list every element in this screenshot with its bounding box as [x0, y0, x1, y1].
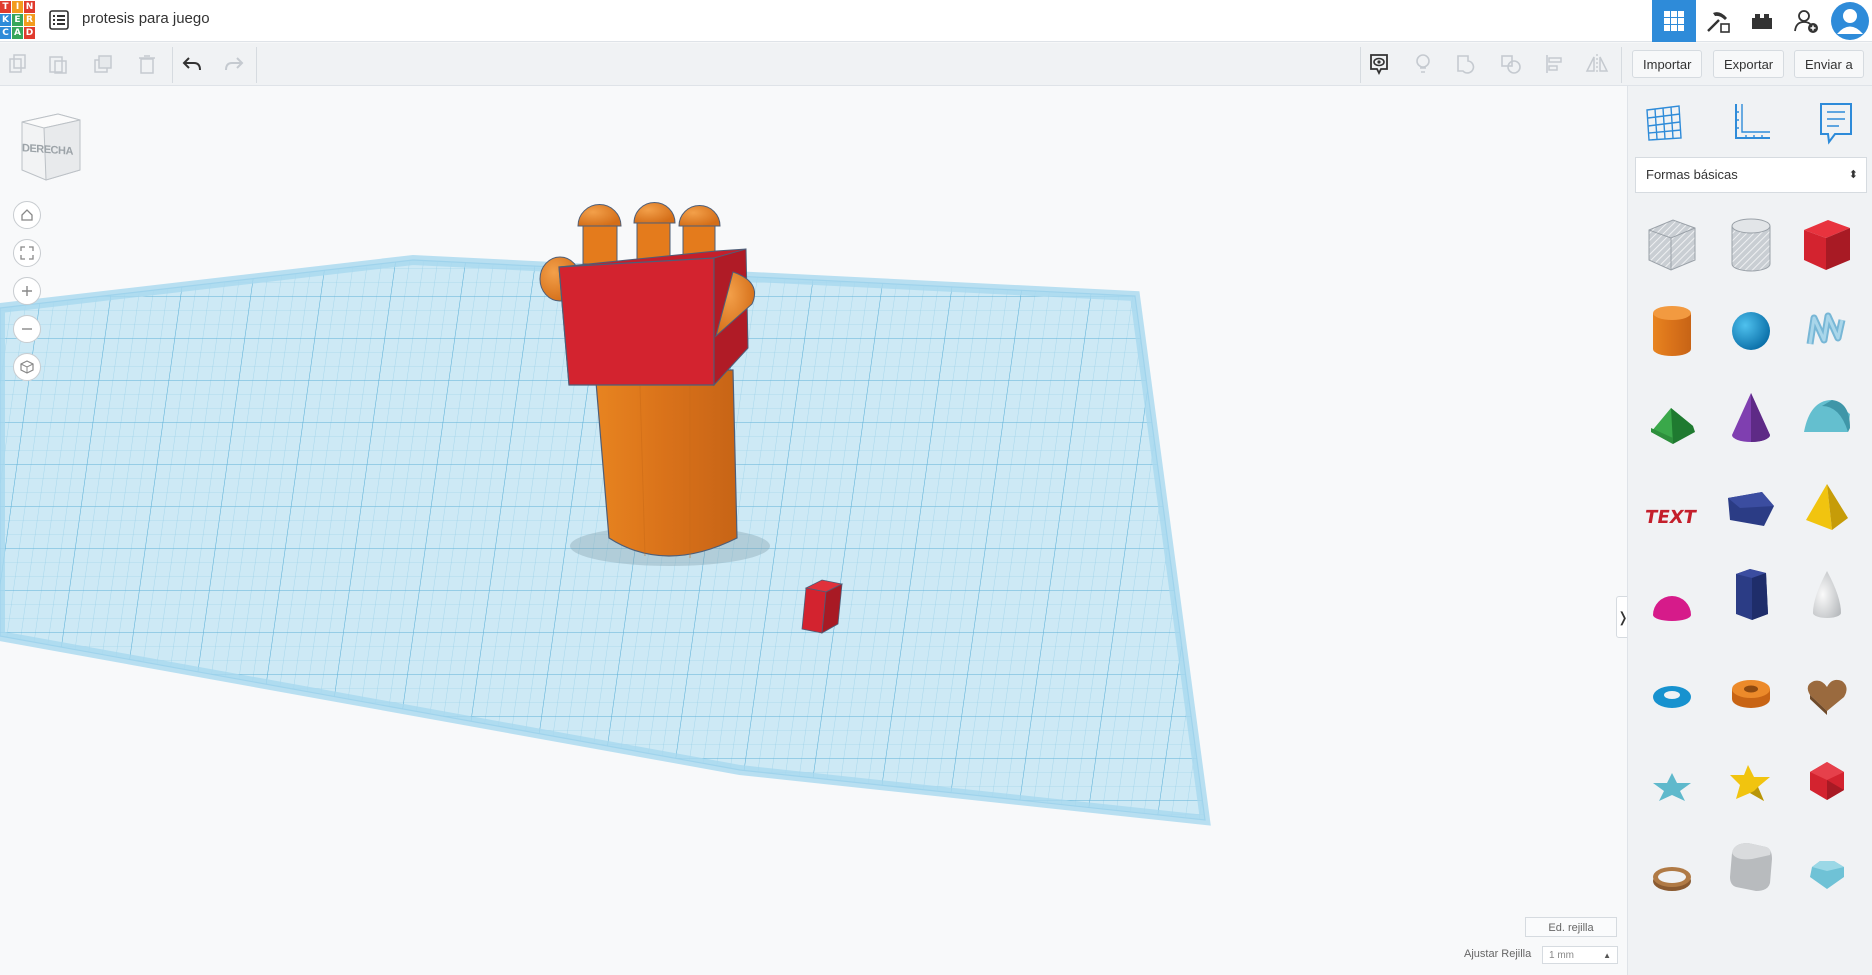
app-nav: [1652, 0, 1872, 42]
zoom-out-icon[interactable]: [13, 315, 41, 343]
shape-box-hole[interactable]: [1641, 214, 1703, 276]
shape-ring[interactable]: [1641, 848, 1703, 910]
logo-letter: C: [0, 27, 11, 39]
workplane-grid-icon[interactable]: [1641, 100, 1687, 146]
select-arrows-icon: ⬍: [1848, 169, 1858, 181]
shape-category-value: Formas básicas: [1646, 167, 1738, 182]
bricks-icon[interactable]: [1740, 0, 1784, 42]
ungroup-icon[interactable]: [1495, 48, 1527, 80]
redo-icon[interactable]: [218, 48, 250, 80]
3d-workspace[interactable]: DERECHA Ed. rejilla Ajustar Rejilla 1 mm…: [0, 86, 1627, 975]
shape-star[interactable]: [1641, 756, 1703, 818]
shape-hexagonal-prism[interactable]: [1720, 564, 1782, 626]
collapse-panel-button[interactable]: ❭: [1616, 596, 1627, 638]
shape-sphere[interactable]: [1720, 300, 1782, 362]
ortho-view-icon[interactable]: [13, 353, 41, 381]
tinkercad-logo[interactable]: TIN KER CAD: [0, 0, 37, 40]
edit-toolbar: Importar Exportar Enviar a: [0, 43, 1872, 86]
shape-icosahedron[interactable]: [1796, 750, 1858, 812]
circuits-pickaxe-icon[interactable]: [1696, 0, 1740, 42]
import-button[interactable]: Importar: [1632, 50, 1703, 78]
snap-grid-label: Ajustar Rejilla: [1464, 948, 1532, 960]
trash-icon[interactable]: [131, 48, 163, 80]
export-button[interactable]: Exportar: [1713, 50, 1785, 78]
shape-text[interactable]: TEXT: [1641, 484, 1703, 546]
shape-pyramid[interactable]: [1796, 476, 1858, 538]
group-icon[interactable]: [1451, 48, 1483, 80]
caret-up-icon: ▲: [1603, 951, 1611, 960]
home-view-icon[interactable]: [13, 201, 41, 229]
logo-letter: A: [12, 27, 23, 39]
mirror-icon[interactable]: [1581, 48, 1613, 80]
duplicate-icon[interactable]: [88, 48, 120, 80]
shapes-panel: Formas básicas ⬍ TEXT: [1627, 86, 1872, 975]
snap-grid-select[interactable]: 1 mm ▲: [1542, 946, 1618, 964]
undo-icon[interactable]: [176, 48, 208, 80]
shape-torus[interactable]: [1641, 666, 1703, 728]
logo-letter: N: [24, 1, 35, 13]
logo-letter: K: [0, 14, 11, 26]
invite-user-icon[interactable]: [1784, 0, 1828, 42]
3d-design-grid-icon[interactable]: [1652, 0, 1696, 42]
svg-text:TEXT: TEXT: [1645, 507, 1698, 528]
shape-scribble[interactable]: [1796, 300, 1858, 362]
shape-roof[interactable]: [1641, 392, 1703, 454]
top-header: TIN KER CAD protesis para juego: [0, 0, 1872, 42]
logo-letter: E: [12, 14, 23, 26]
shape-polygon[interactable]: [1720, 478, 1782, 540]
light-bulb-icon[interactable]: [1407, 48, 1439, 80]
ruler-icon[interactable]: [1728, 100, 1774, 146]
show-all-icon[interactable]: [1363, 48, 1395, 80]
small-red-bar[interactable]: [801, 579, 844, 634]
fit-all-icon[interactable]: [13, 239, 41, 267]
logo-letter: I: [12, 1, 23, 13]
copy-icon[interactable]: [2, 48, 34, 80]
shape-cylinder-hole[interactable]: [1720, 214, 1782, 276]
view-cube[interactable]: DERECHA: [18, 110, 84, 182]
shape-category-select[interactable]: Formas básicas ⬍: [1635, 157, 1867, 193]
shape-gem[interactable]: [1796, 844, 1858, 906]
send-to-button[interactable]: Enviar a: [1794, 50, 1864, 78]
paste-icon[interactable]: [42, 48, 74, 80]
edit-grid-button[interactable]: Ed. rejilla: [1525, 917, 1617, 937]
snap-grid-value: 1 mm: [1549, 950, 1574, 961]
design-list-icon[interactable]: [49, 10, 69, 30]
shape-heart[interactable]: [1796, 664, 1858, 726]
shape-rounded-box[interactable]: [1720, 836, 1782, 898]
logo-letter: T: [0, 1, 11, 13]
shape-cylinder[interactable]: [1641, 300, 1703, 362]
logo-letter: R: [24, 14, 35, 26]
align-icon[interactable]: [1539, 48, 1571, 80]
shape-star-yellow[interactable]: [1720, 752, 1782, 814]
3d-scene[interactable]: [0, 86, 1627, 975]
shape-half-sphere[interactable]: [1641, 574, 1703, 636]
design-title[interactable]: protesis para juego: [82, 10, 210, 27]
notes-icon[interactable]: [1813, 100, 1859, 146]
shape-cone[interactable]: [1720, 386, 1782, 448]
zoom-in-icon[interactable]: [13, 277, 41, 305]
logo-letter: D: [24, 27, 35, 39]
shape-round-roof[interactable]: [1796, 386, 1858, 448]
shape-paraboloid[interactable]: [1796, 564, 1858, 626]
shape-box[interactable]: [1796, 214, 1858, 276]
user-avatar-icon[interactable]: [1828, 0, 1872, 42]
shape-tube[interactable]: [1720, 664, 1782, 726]
